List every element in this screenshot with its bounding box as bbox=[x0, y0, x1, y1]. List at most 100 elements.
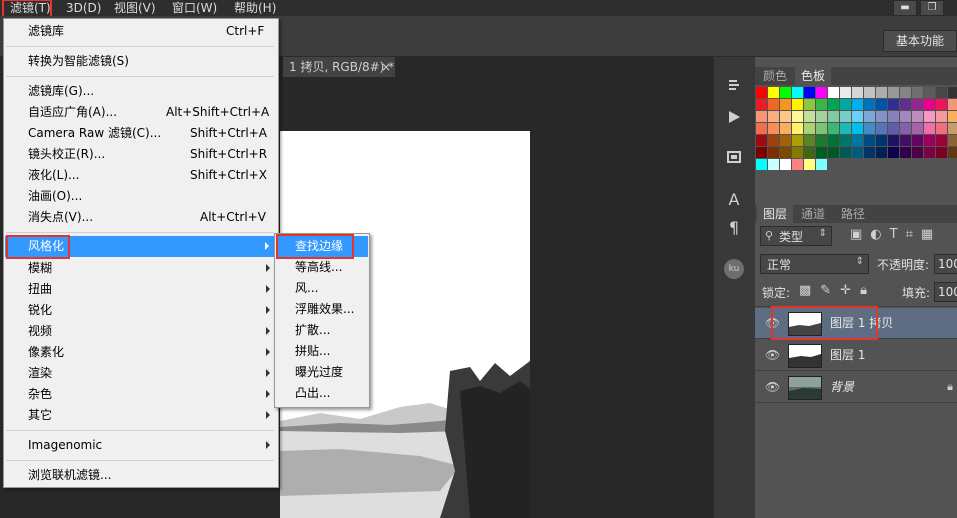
lock-icons[interactable]: ▩✎✛🔒︎ bbox=[799, 283, 876, 298]
swatch[interactable] bbox=[804, 135, 815, 146]
swatch[interactable] bbox=[864, 147, 875, 158]
menu-item-oil-paint[interactable]: 油画(O)... bbox=[4, 186, 278, 207]
swatch[interactable] bbox=[948, 99, 957, 110]
menu-item-distort[interactable]: 扭曲 bbox=[4, 279, 278, 300]
layer-row-1[interactable]: 👁︎ 图层 1 bbox=[755, 340, 957, 371]
swatch[interactable] bbox=[804, 87, 815, 98]
swatch[interactable] bbox=[924, 99, 935, 110]
swatch[interactable] bbox=[936, 147, 947, 158]
submenu-item-tiles[interactable]: 拼贴... bbox=[275, 341, 369, 362]
menu-item-other[interactable]: 其它 bbox=[4, 405, 278, 426]
swatch[interactable] bbox=[888, 87, 899, 98]
swatch[interactable] bbox=[792, 147, 803, 158]
swatch[interactable] bbox=[924, 147, 935, 158]
swatch[interactable] bbox=[792, 87, 803, 98]
swatch[interactable] bbox=[840, 123, 851, 134]
layer-filter-icons[interactable]: ▣◐T⌗▦ bbox=[850, 227, 941, 242]
swatch[interactable] bbox=[852, 111, 863, 122]
swatch[interactable] bbox=[864, 87, 875, 98]
swatch[interactable] bbox=[888, 147, 899, 158]
swatch[interactable] bbox=[852, 135, 863, 146]
swatch[interactable] bbox=[828, 135, 839, 146]
swatch[interactable] bbox=[864, 111, 875, 122]
swatch[interactable] bbox=[864, 123, 875, 134]
swatch[interactable] bbox=[756, 123, 767, 134]
swatch[interactable] bbox=[816, 159, 827, 170]
swatch[interactable] bbox=[852, 147, 863, 158]
swatch[interactable] bbox=[768, 135, 779, 146]
menu-item-noise[interactable]: 杂色 bbox=[4, 384, 278, 405]
swatch[interactable] bbox=[852, 123, 863, 134]
swatch[interactable] bbox=[912, 123, 923, 134]
plugin-ku-icon[interactable]: ku bbox=[724, 259, 744, 279]
swatch[interactable] bbox=[768, 123, 779, 134]
swatch[interactable] bbox=[828, 147, 839, 158]
swatch[interactable] bbox=[948, 135, 957, 146]
swatch[interactable] bbox=[780, 99, 791, 110]
menu-view[interactable]: 视图(V) bbox=[108, 0, 162, 16]
menu-item-blur[interactable]: 模糊 bbox=[4, 258, 278, 279]
swatch[interactable] bbox=[924, 135, 935, 146]
swatch[interactable] bbox=[900, 123, 911, 134]
submenu-item-wind[interactable]: 风... bbox=[275, 278, 369, 299]
swatch[interactable] bbox=[756, 87, 767, 98]
menu-window[interactable]: 窗口(W) bbox=[166, 0, 223, 16]
swatch[interactable] bbox=[804, 159, 815, 170]
submenu-item-extrude[interactable]: 凸出... bbox=[275, 383, 369, 404]
swatch[interactable] bbox=[924, 111, 935, 122]
layer-filter-dropdown[interactable]: ⚲ 类型 ⇕ bbox=[760, 226, 832, 246]
swatch[interactable] bbox=[768, 87, 779, 98]
swatch[interactable] bbox=[792, 135, 803, 146]
swatch[interactable] bbox=[864, 135, 875, 146]
actions-icon[interactable] bbox=[722, 109, 746, 131]
tab-swatches[interactable]: 色板 bbox=[795, 67, 832, 85]
tab-channels[interactable]: 通道 bbox=[795, 205, 832, 223]
submenu-item-emboss[interactable]: 浮雕效果... bbox=[275, 299, 369, 320]
swatch[interactable] bbox=[780, 159, 791, 170]
menu-item-adaptive-wide-angle[interactable]: 自适应广角(A)... Alt+Shift+Ctrl+A bbox=[4, 102, 278, 123]
blend-mode-dropdown[interactable]: 正常 ⇕ bbox=[760, 254, 869, 274]
swatch[interactable] bbox=[900, 99, 911, 110]
swatch[interactable] bbox=[780, 135, 791, 146]
swatch[interactable] bbox=[792, 123, 803, 134]
tab-layers[interactable]: 图层 bbox=[757, 205, 794, 223]
menu-item-filter-gallery-last[interactable]: 滤镜库 Ctrl+F bbox=[4, 21, 278, 42]
menu-item-pixelate[interactable]: 像素化 bbox=[4, 342, 278, 363]
menu-item-render[interactable]: 渲染 bbox=[4, 363, 278, 384]
swatch[interactable] bbox=[816, 111, 827, 122]
swatch[interactable] bbox=[840, 135, 851, 146]
minimize-button[interactable]: ▬ bbox=[893, 0, 917, 16]
menu-item-sharpen[interactable]: 锐化 bbox=[4, 300, 278, 321]
swatch[interactable] bbox=[756, 147, 767, 158]
menu-item-imagenomic[interactable]: Imagenomic bbox=[4, 435, 278, 456]
swatch[interactable] bbox=[912, 111, 923, 122]
menu-3d[interactable]: 3D(D) bbox=[60, 0, 107, 16]
swatch[interactable] bbox=[948, 111, 957, 122]
swatch[interactable] bbox=[936, 99, 947, 110]
swatch[interactable] bbox=[876, 99, 887, 110]
menu-help[interactable]: 帮助(H) bbox=[228, 0, 282, 16]
swatch[interactable] bbox=[792, 159, 803, 170]
submenu-item-diffuse[interactable]: 扩散... bbox=[275, 320, 369, 341]
menu-item-convert-smart[interactable]: 转换为智能滤镜(S) bbox=[4, 51, 278, 72]
menu-item-lens-correction[interactable]: 镜头校正(R)... Shift+Ctrl+R bbox=[4, 144, 278, 165]
swatch[interactable] bbox=[792, 99, 803, 110]
swatch[interactable] bbox=[852, 87, 863, 98]
document-tab[interactable]: 1 拷贝, RGB/8#) * × bbox=[283, 57, 395, 77]
swatch[interactable] bbox=[888, 99, 899, 110]
close-icon[interactable]: × bbox=[381, 57, 391, 77]
eye-icon[interactable]: 👁︎ bbox=[765, 348, 780, 362]
swatch[interactable] bbox=[840, 99, 851, 110]
menu-item-camera-raw[interactable]: Camera Raw 滤镜(C)... Shift+Ctrl+A bbox=[4, 123, 278, 144]
swatch[interactable] bbox=[912, 87, 923, 98]
swatch-grid[interactable] bbox=[755, 87, 957, 187]
swatch[interactable] bbox=[900, 87, 911, 98]
swatch[interactable] bbox=[912, 99, 923, 110]
swatch[interactable] bbox=[828, 111, 839, 122]
swatch[interactable] bbox=[804, 147, 815, 158]
swatch[interactable] bbox=[828, 99, 839, 110]
swatch[interactable] bbox=[840, 87, 851, 98]
restore-button[interactable]: ❐ bbox=[920, 0, 944, 16]
swatch[interactable] bbox=[948, 123, 957, 134]
menu-item-video[interactable]: 视频 bbox=[4, 321, 278, 342]
